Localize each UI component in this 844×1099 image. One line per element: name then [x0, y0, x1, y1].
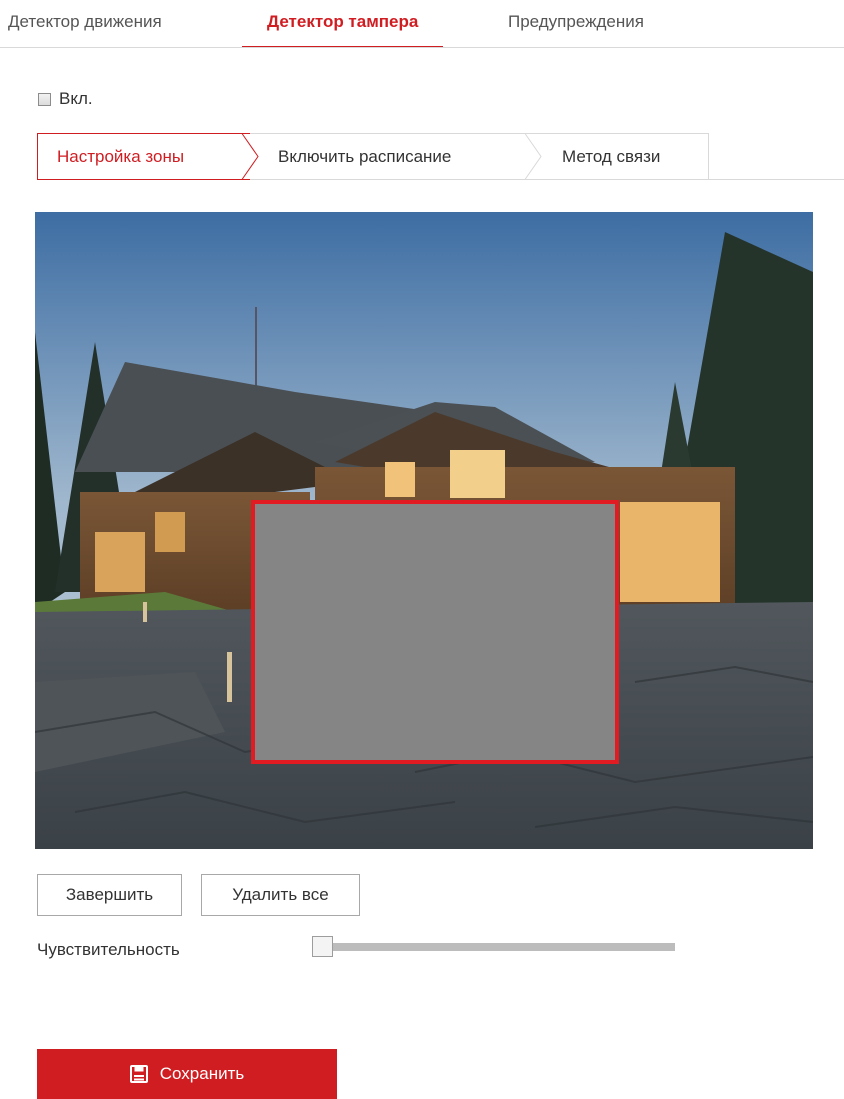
delete-all-button[interactable]: Удалить все [201, 874, 360, 916]
step-zone-setup[interactable]: Настройка зоны [57, 133, 184, 180]
tab-warnings[interactable]: Предупреждения [508, 10, 644, 47]
steps-divider [709, 179, 844, 180]
tab-motion-detection[interactable]: Детектор движения [8, 10, 162, 47]
enable-row: Вкл. [38, 88, 93, 110]
enable-label: Вкл. [59, 89, 93, 108]
enable-checkbox[interactable] [38, 92, 51, 106]
save-button[interactable]: Сохранить [37, 1049, 337, 1099]
step-schedule[interactable]: Включить расписание [278, 133, 451, 180]
save-button-label: Сохранить [159, 1064, 245, 1083]
tabs-divider [0, 47, 844, 48]
video-preview[interactable] [35, 212, 813, 849]
save-icon [129, 1065, 148, 1083]
sensitivity-slider-track[interactable] [320, 943, 675, 951]
tab-tamper-detection[interactable]: Детектор тампера [241, 10, 444, 48]
step-separator [524, 133, 542, 180]
sensitivity-label: Чувствительность [37, 940, 180, 959]
sensitivity-slider-thumb[interactable] [312, 936, 333, 957]
step-separator [241, 133, 259, 180]
tamper-zone[interactable] [251, 500, 619, 764]
finish-button[interactable]: Завершить [37, 874, 182, 916]
step-linkage-method[interactable]: Метод связи [562, 133, 660, 180]
detector-tabs: Детектор движения Детектор тампера Преду… [0, 0, 844, 48]
